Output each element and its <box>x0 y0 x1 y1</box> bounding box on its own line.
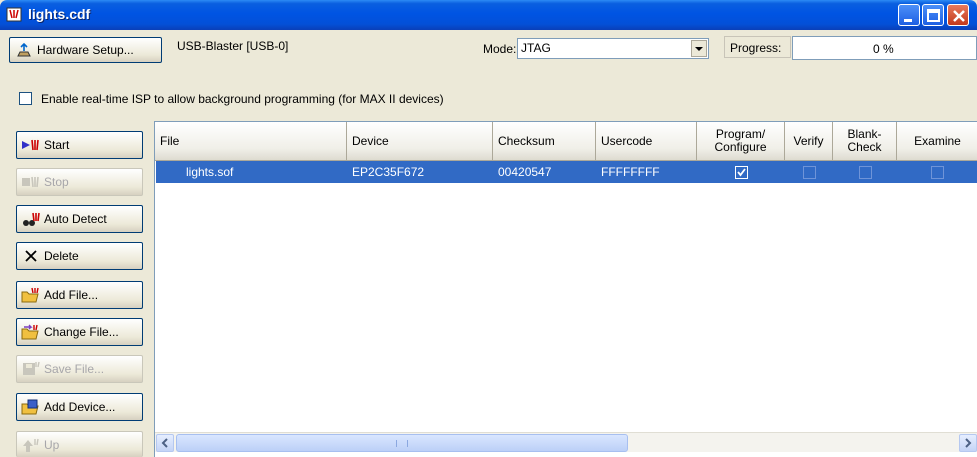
start-icon <box>22 139 39 151</box>
change-file-label: Change File... <box>44 325 119 339</box>
auto-detect-label: Auto Detect <box>44 212 107 226</box>
device-table: File Device Checksum Usercode Program/ C… <box>154 121 977 457</box>
save-file-label: Save File... <box>44 362 105 376</box>
add-file-button[interactable]: Add File... <box>16 281 143 309</box>
column-header-device[interactable]: Device <box>347 122 493 161</box>
scroll-right-button[interactable] <box>959 434 977 452</box>
start-button[interactable]: Start <box>16 131 143 159</box>
cell-blank-check <box>833 161 897 183</box>
auto-detect-button[interactable]: Auto Detect <box>16 205 143 233</box>
table-row[interactable]: lights.sof EP2C35F672 00420547 FFFFFFFF <box>156 161 977 183</box>
maximize-button[interactable] <box>922 4 944 26</box>
cell-program-configure <box>697 161 785 183</box>
scrollbar-grip <box>396 440 408 447</box>
close-button[interactable] <box>947 4 969 26</box>
app-icon <box>6 7 22 22</box>
cell-file: lights.sof <box>186 165 234 179</box>
chevron-left-icon <box>161 438 168 448</box>
add-file-icon <box>21 287 39 303</box>
window-title: lights.cdf <box>28 6 91 22</box>
isp-label: Enable real-time ISP to allow background… <box>41 92 444 106</box>
minimize-button[interactable] <box>898 4 920 26</box>
hardware-setup-label: Hardware Setup... <box>37 43 134 57</box>
change-file-button[interactable]: Change File... <box>16 318 143 346</box>
cell-examine <box>897 161 977 183</box>
auto-detect-icon <box>23 212 40 226</box>
stop-label: Stop <box>44 175 69 189</box>
stop-icon <box>22 176 39 188</box>
save-file-button[interactable]: Save File... <box>16 355 143 383</box>
progress-bar: 0 % <box>792 36 977 60</box>
blank-check-checkbox[interactable] <box>858 165 872 179</box>
change-file-icon <box>21 324 39 340</box>
cell-usercode: FFFFFFFF <box>601 165 660 179</box>
cell-verify <box>785 161 833 183</box>
column-header-blank-check[interactable]: Blank- Check <box>833 122 897 161</box>
minimize-icon <box>904 19 912 22</box>
progress-label: Progress: <box>724 36 791 58</box>
hardware-field: USB-Blaster [USB-0] <box>177 39 289 53</box>
hardware-setup-icon <box>17 42 31 57</box>
add-device-icon <box>21 399 39 415</box>
dropdown-button[interactable] <box>691 40 707 57</box>
mode-select[interactable]: JTAG <box>517 38 709 59</box>
add-file-label: Add File... <box>44 288 99 302</box>
delete-icon <box>25 250 37 262</box>
column-header-examine[interactable]: Examine <box>897 122 977 161</box>
save-file-icon <box>23 361 40 375</box>
table-header: File Device Checksum Usercode Program/ C… <box>155 122 977 161</box>
horizontal-scrollbar[interactable] <box>155 432 977 452</box>
column-header-verify[interactable]: Verify <box>785 122 833 161</box>
start-label: Start <box>44 138 70 152</box>
close-icon <box>953 10 965 22</box>
stop-button[interactable]: Stop <box>16 168 143 196</box>
checkmark-icon <box>736 167 746 176</box>
up-label: Up <box>44 437 60 452</box>
examine-checkbox[interactable] <box>931 165 944 179</box>
mode-label: Mode: <box>483 42 517 56</box>
column-header-usercode[interactable]: Usercode <box>596 122 697 161</box>
column-header-checksum[interactable]: Checksum <box>493 122 596 161</box>
chevron-down-icon <box>695 47 703 51</box>
mode-value: JTAG <box>521 41 551 55</box>
add-device-button[interactable]: Add Device... <box>16 393 143 421</box>
delete-button[interactable]: Delete <box>16 242 143 270</box>
delete-label: Delete <box>44 249 79 263</box>
title-bar: lights.cdf <box>0 0 977 30</box>
up-button[interactable]: Up <box>16 431 143 457</box>
program-configure-checkbox[interactable] <box>734 165 748 179</box>
scroll-left-button[interactable] <box>156 434 174 452</box>
verify-checkbox[interactable] <box>802 165 816 179</box>
hardware-setup-button[interactable]: Hardware Setup... <box>9 37 162 63</box>
chevron-right-icon <box>965 438 972 448</box>
up-icon <box>23 438 39 452</box>
cell-device: EP2C35F672 <box>352 165 425 179</box>
isp-checkbox[interactable] <box>19 92 32 105</box>
column-header-program-configure[interactable]: Program/ Configure <box>697 122 785 161</box>
add-device-label: Add Device... <box>44 400 116 414</box>
column-header-file[interactable]: File <box>155 122 347 161</box>
cell-checksum: 00420547 <box>498 165 552 179</box>
maximize-icon <box>927 9 940 22</box>
scrollbar-thumb[interactable] <box>176 434 628 452</box>
progress-value: 0 % <box>873 42 894 56</box>
